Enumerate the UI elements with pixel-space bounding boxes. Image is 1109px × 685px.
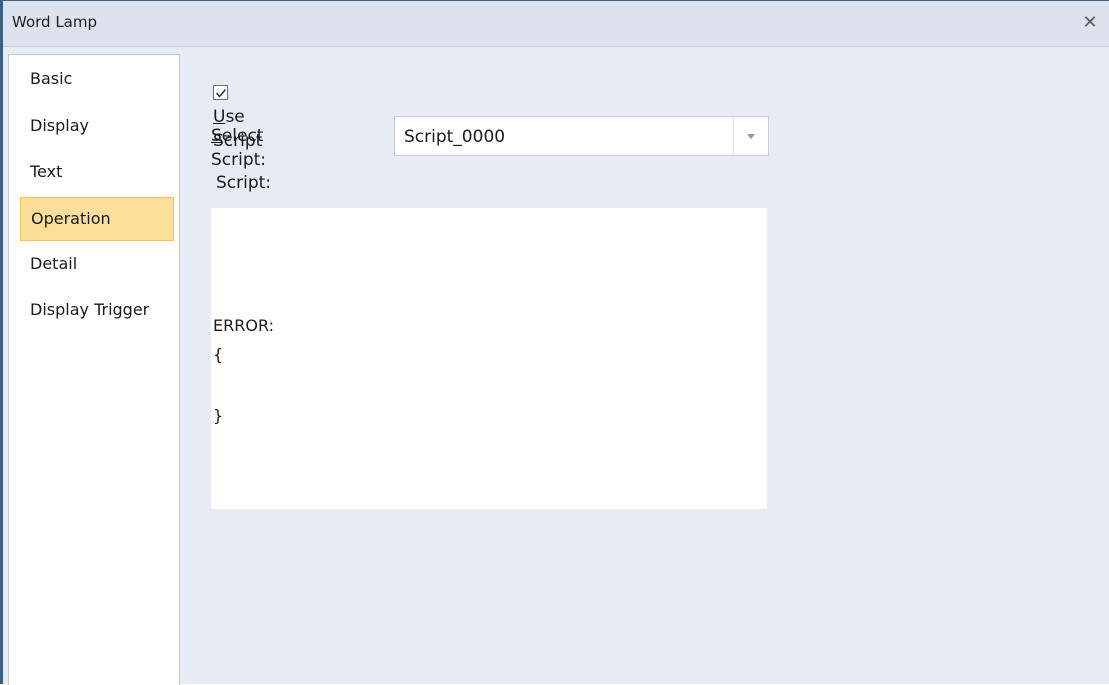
dropdown-arrow-button[interactable] bbox=[733, 117, 768, 155]
use-script-checkbox[interactable]: Use Script bbox=[213, 81, 262, 151]
close-button[interactable]: ✕ bbox=[1079, 12, 1101, 34]
select-script-value: Script_0000 bbox=[404, 127, 506, 147]
script-line: } bbox=[213, 406, 224, 425]
category-sidebar: Basic Display Text Operation Detail Disp… bbox=[8, 54, 180, 685]
word-lamp-dialog: Word Lamp ✕ Basic Display Text Operation… bbox=[0, 0, 1109, 685]
close-icon: ✕ bbox=[1082, 12, 1098, 33]
sidebar-item-label: Detail bbox=[30, 254, 78, 273]
sidebar-item-label: Text bbox=[30, 162, 63, 181]
select-script-label: Select Script: bbox=[211, 124, 266, 172]
script-line: ERROR: bbox=[213, 316, 274, 335]
sidebar-item-display[interactable]: Display bbox=[20, 105, 174, 149]
sidebar-item-basic[interactable]: Basic bbox=[20, 58, 174, 102]
sidebar-item-operation[interactable]: Operation bbox=[20, 197, 174, 241]
checkmark-icon bbox=[215, 89, 227, 98]
chevron-down-icon bbox=[747, 134, 755, 139]
title-bar[interactable]: Word Lamp ✕ bbox=[3, 1, 1109, 47]
sidebar-item-label: Display bbox=[30, 116, 89, 135]
sidebar-item-label: Display Trigger bbox=[30, 300, 150, 319]
sidebar-item-label: Basic bbox=[30, 69, 73, 88]
dialog-title: Word Lamp bbox=[12, 13, 98, 31]
script-editor[interactable]: ERROR: { } bbox=[211, 208, 767, 509]
sidebar-item-display-trigger[interactable]: Display Trigger bbox=[20, 289, 174, 333]
select-script-dropdown[interactable]: Script_0000 bbox=[394, 116, 769, 156]
sidebar-item-label: Operation bbox=[31, 209, 111, 228]
script-line: { bbox=[213, 345, 224, 364]
select-script-accel: S bbox=[211, 126, 222, 146]
checkbox-box[interactable] bbox=[213, 85, 228, 100]
script-label: Script: bbox=[216, 173, 272, 193]
sidebar-item-text[interactable]: Text bbox=[20, 151, 174, 195]
sidebar-item-detail[interactable]: Detail bbox=[20, 243, 174, 287]
